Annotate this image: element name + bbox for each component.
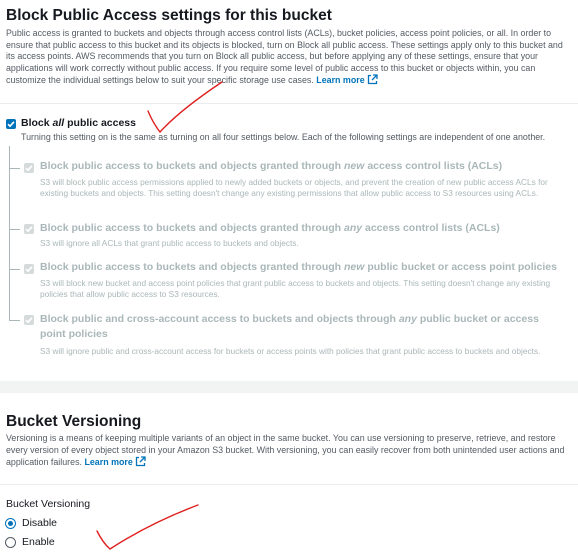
tree-branch [9, 320, 20, 321]
tree-branch [9, 269, 20, 270]
block-public-access-panel: Block Public Access settings for this bu… [0, 0, 578, 381]
section-gap [0, 381, 578, 393]
external-link-icon [367, 74, 378, 89]
description-text: Public access is granted to buckets and … [6, 28, 563, 86]
tree-branch [9, 168, 20, 169]
block-new-policies-label: Block public access to buckets and objec… [40, 261, 557, 273]
radio-enable-label: Enable [22, 536, 55, 548]
external-link-icon [135, 456, 146, 471]
tree-line [9, 146, 10, 320]
section-title: Bucket Versioning [6, 413, 142, 430]
block-cross-account-checkbox[interactable] [24, 315, 34, 325]
block-cross-account-label: Block public and cross-account access to… [40, 313, 539, 340]
block-cross-account-description: S3 will ignore public and cross-account … [40, 346, 541, 356]
divider [0, 103, 578, 104]
block-new-policies-description: S3 will block new bucket and access poin… [40, 278, 551, 300]
radio-disable-label: Disable [22, 517, 58, 529]
divider [0, 484, 578, 485]
tree-branch [9, 229, 20, 230]
learn-more-link[interactable]: Learn more [316, 74, 378, 86]
block-new-acls-checkbox[interactable] [24, 163, 34, 173]
versioning-field-label: Bucket Versioning [6, 498, 91, 510]
block-all-checkbox[interactable] [6, 119, 16, 129]
block-any-acls-description: S3 will ignore all ACLs that grant publi… [40, 238, 299, 248]
section-description: Public access is granted to buckets and … [6, 28, 568, 89]
block-new-acls-label: Block public access to buckets and objec… [40, 160, 503, 172]
radio-disable[interactable] [5, 518, 16, 529]
radio-enable[interactable] [5, 537, 16, 548]
learn-more-link[interactable]: Learn more [84, 456, 146, 468]
learn-more-label: Learn more [316, 75, 365, 86]
block-new-policies-checkbox[interactable] [24, 264, 34, 274]
block-new-acls-description: S3 will block public access permissions … [40, 177, 548, 199]
block-all-label: Block all public access [21, 117, 136, 129]
learn-more-label: Learn more [84, 457, 133, 468]
bucket-versioning-panel: Bucket Versioning Versioning is a means … [0, 393, 578, 559]
section-title: Block Public Access settings for this bu… [6, 7, 332, 24]
block-all-description: Turning this setting on is the same as t… [21, 132, 546, 142]
block-any-acls-checkbox[interactable] [24, 224, 34, 234]
section-description: Versioning is a means of keeping multipl… [6, 433, 568, 471]
block-any-acls-label: Block public access to buckets and objec… [40, 222, 500, 234]
